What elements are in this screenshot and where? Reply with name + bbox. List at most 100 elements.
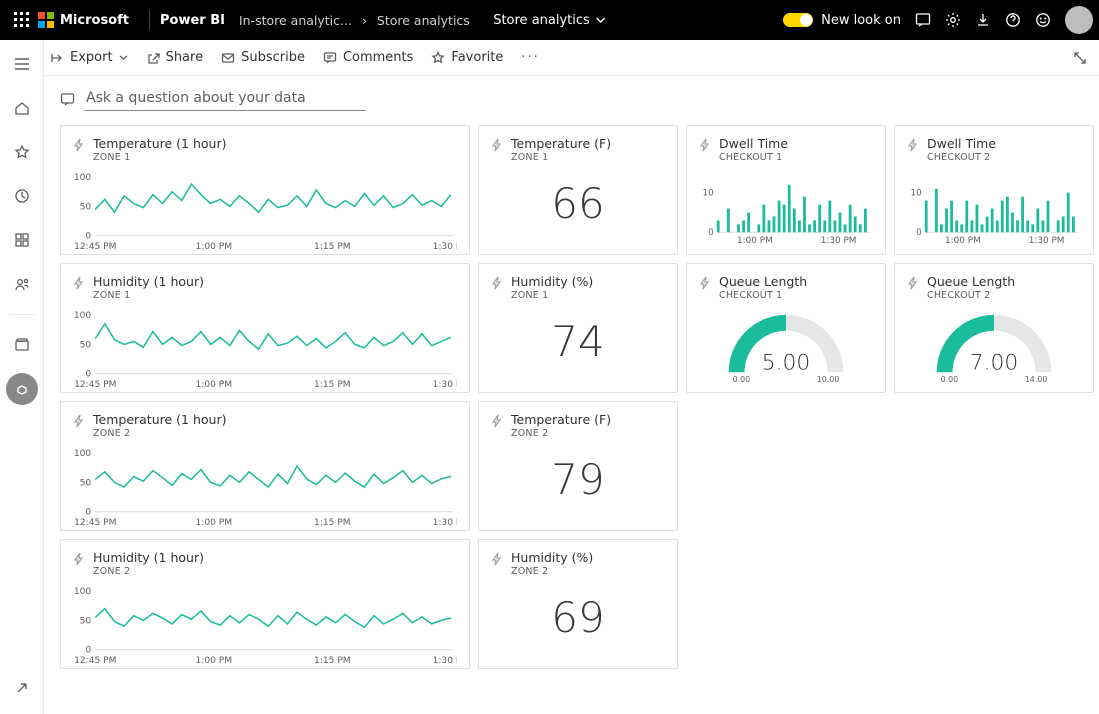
chat-icon[interactable] (915, 12, 931, 28)
svg-text:100: 100 (74, 587, 92, 597)
gear-icon[interactable] (945, 12, 961, 28)
svg-text:14.00: 14.00 (1025, 375, 1048, 384)
tile-subtitle: CHECKOUT 2 (927, 290, 1015, 301)
tile-title: Temperature (F) (511, 136, 611, 151)
svg-text:1:00 PM: 1:00 PM (196, 656, 233, 664)
tile-title: Humidity (1 hour) (93, 274, 204, 289)
app-launcher-icon[interactable] (6, 12, 38, 28)
action-toolbar: Export Share Subscribe Comments Favorite… (0, 40, 1099, 76)
bolt-icon (907, 137, 919, 156)
tile-title: Queue Length (719, 274, 807, 289)
tile-subtitle: ZONE 2 (511, 428, 611, 439)
svg-text:1:15 PM: 1:15 PM (314, 242, 351, 250)
header-divider (149, 10, 150, 30)
svg-text:10: 10 (911, 189, 923, 199)
svg-text:0: 0 (85, 508, 91, 518)
tile-tempZ2Line[interactable]: Temperature (1 hour) ZONE 2 050100 12:45… (60, 401, 470, 531)
tile-queue2[interactable]: Queue Length CHECKOUT 2 7.00 0.00 14.00 (894, 263, 1094, 393)
tile-humZ1Line[interactable]: Humidity (1 hour) ZONE 1 050100 12:45 PM… (60, 263, 470, 393)
svg-text:100: 100 (74, 311, 92, 321)
svg-text:0.00: 0.00 (733, 375, 751, 384)
favorites-icon[interactable] (6, 136, 38, 168)
tile-subtitle: CHECKOUT 2 (927, 152, 996, 163)
dashboard-canvas: Ask a question about your data Temperatu… (44, 76, 1099, 714)
apps-icon[interactable] (6, 224, 38, 256)
shared-icon[interactable] (6, 268, 38, 300)
favorite-button[interactable]: Favorite (431, 50, 503, 65)
svg-text:1:00 PM: 1:00 PM (737, 236, 773, 244)
svg-text:1:15 PM: 1:15 PM (314, 380, 351, 388)
powerbi-brand[interactable]: Power BI (160, 13, 225, 28)
svg-text:7.00: 7.00 (970, 350, 1018, 375)
svg-text:100: 100 (74, 173, 92, 183)
tile-tempZ2Val[interactable]: Temperature (F) ZONE 279 (478, 401, 678, 531)
nav-divider (9, 314, 35, 315)
bolt-icon (699, 275, 711, 294)
breadcrumb-current[interactable]: Store analytics (377, 13, 470, 28)
new-look-toggle[interactable]: New look on (783, 13, 901, 28)
toggle-switch[interactable] (783, 13, 813, 27)
subscribe-button[interactable]: Subscribe (221, 50, 305, 65)
tile-grid: Temperature (1 hour) ZONE 1 050100 12:45… (60, 125, 1083, 669)
comments-button[interactable]: Comments (323, 50, 413, 65)
fullscreen-button[interactable] (1073, 51, 1087, 65)
more-button[interactable]: ··· (521, 50, 539, 65)
tile-tempZ1Line[interactable]: Temperature (1 hour) ZONE 1 050100 12:45… (60, 125, 470, 255)
tile-title: Humidity (%) (511, 550, 593, 565)
global-header: Microsoft Power BI In-store analytic... … (0, 0, 1099, 40)
breadcrumb[interactable]: In-store analytic... › Store analytics (239, 13, 470, 28)
workspace-title: Store analytics (493, 13, 590, 28)
chevron-down-icon (596, 15, 606, 25)
current-app-icon[interactable] (6, 373, 38, 405)
qa-bar[interactable]: Ask a question about your data (60, 88, 1083, 111)
svg-text:0: 0 (916, 228, 922, 238)
svg-text:12:45 PM: 12:45 PM (74, 656, 116, 664)
svg-text:0: 0 (708, 228, 714, 238)
recent-icon[interactable] (6, 180, 38, 212)
qa-input[interactable]: Ask a question about your data (84, 88, 366, 111)
download-icon[interactable] (975, 12, 991, 28)
svg-text:100: 100 (74, 449, 92, 459)
bolt-icon (73, 137, 85, 156)
tile-tempZ1Val[interactable]: Temperature (F) ZONE 166 (478, 125, 678, 255)
help-icon[interactable] (1005, 12, 1021, 28)
breadcrumb-parent[interactable]: In-store analytic... (239, 13, 352, 28)
svg-text:1:00 PM: 1:00 PM (196, 242, 233, 250)
tile-subtitle: CHECKOUT 1 (719, 152, 788, 163)
svg-text:1:30 PM: 1:30 PM (433, 380, 457, 388)
tile-humZ2Val[interactable]: Humidity (%) ZONE 269 (478, 539, 678, 669)
bolt-icon (491, 413, 503, 432)
tile-dwell2[interactable]: Dwell Time CHECKOUT 2 0101:00 PM1:30 PM (894, 125, 1094, 255)
tile-humZ1Val[interactable]: Humidity (%) ZONE 174 (478, 263, 678, 393)
tile-title: Humidity (1 hour) (93, 550, 204, 565)
svg-text:1:30 PM: 1:30 PM (821, 236, 857, 244)
tile-subtitle: CHECKOUT 1 (719, 290, 807, 301)
expand-icon[interactable] (6, 672, 38, 704)
nav-collapse-icon[interactable] (6, 48, 38, 80)
tile-subtitle: ZONE 1 (93, 290, 204, 301)
svg-text:10.00: 10.00 (817, 375, 840, 384)
home-icon[interactable] (6, 92, 38, 124)
tile-title: Dwell Time (927, 136, 996, 151)
svg-text:50: 50 (80, 340, 92, 350)
tile-queue1[interactable]: Queue Length CHECKOUT 1 5.00 0.00 10.00 (686, 263, 886, 393)
microsoft-label: Microsoft (60, 13, 129, 28)
svg-text:1:00 PM: 1:00 PM (196, 380, 233, 388)
workspaces-icon[interactable] (6, 329, 38, 361)
svg-text:1:00 PM: 1:00 PM (196, 518, 233, 526)
export-button[interactable]: Export (50, 50, 128, 65)
svg-text:1:15 PM: 1:15 PM (314, 518, 351, 526)
tile-humZ2Line[interactable]: Humidity (1 hour) ZONE 2 050100 12:45 PM… (60, 539, 470, 669)
avatar[interactable] (1065, 6, 1093, 34)
bolt-icon (491, 551, 503, 570)
workspace-dropdown[interactable]: Store analytics (493, 13, 606, 28)
tile-subtitle: ZONE 2 (93, 428, 226, 439)
smile-icon[interactable] (1035, 12, 1051, 28)
tile-subtitle: ZONE 2 (93, 566, 204, 577)
bolt-icon (73, 413, 85, 432)
share-button[interactable]: Share (146, 50, 204, 65)
bolt-icon (73, 275, 85, 294)
tile-dwell1[interactable]: Dwell Time CHECKOUT 1 0101:00 PM1:30 PM (686, 125, 886, 255)
toggle-label: New look on (821, 13, 901, 28)
bolt-icon (491, 137, 503, 156)
